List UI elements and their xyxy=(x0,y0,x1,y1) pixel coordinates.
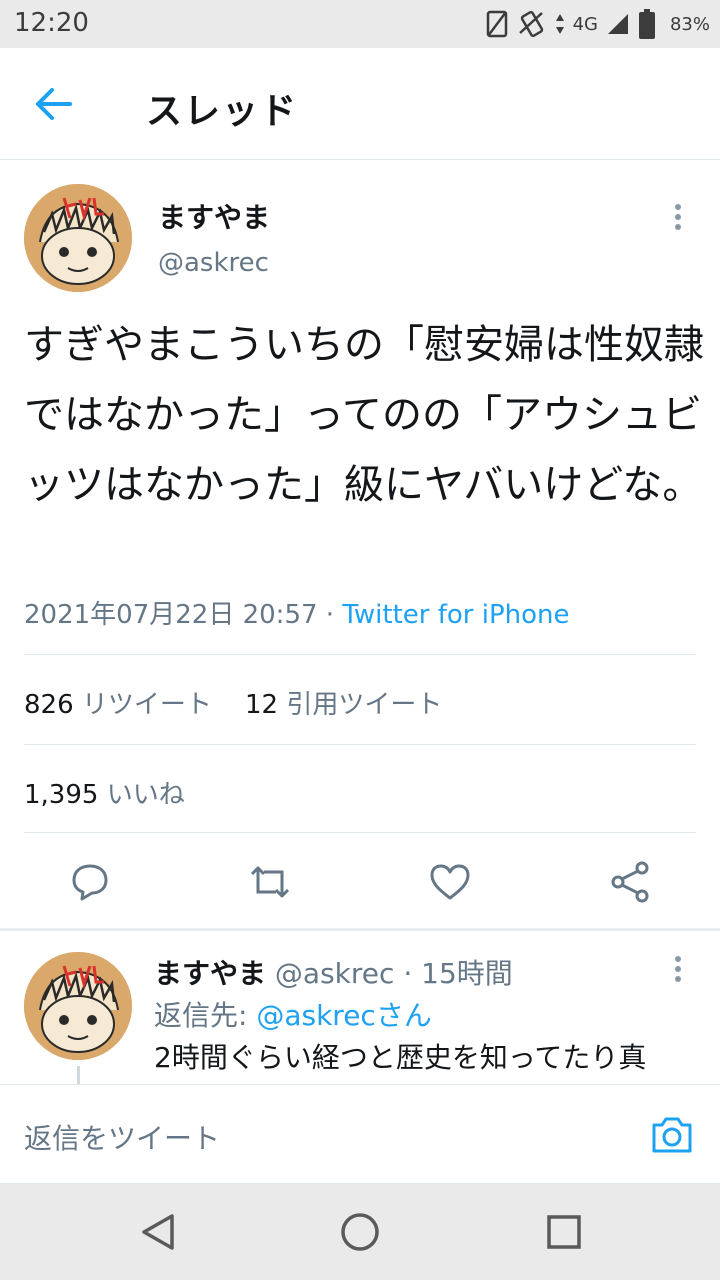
author-handle[interactable]: @askrec xyxy=(158,248,269,278)
tweet-timestamp: 2021年07月22日 20:57 xyxy=(24,600,318,630)
tweet-actions xyxy=(0,834,720,930)
reply-header: ますやま @askrec · 15時間 xyxy=(154,952,513,992)
camera-icon xyxy=(652,1117,692,1153)
thread-line xyxy=(77,1066,80,1084)
reply-author-name[interactable]: ますやま xyxy=(154,957,266,990)
reply-to: 返信先: @askrecさん xyxy=(154,994,432,1034)
avatar[interactable] xyxy=(24,952,132,1060)
reply-to-prefix: 返信先: xyxy=(154,999,257,1032)
tweet-meta: 2021年07月22日 20:57 · Twitter for iPhone xyxy=(24,594,570,631)
camera-button[interactable] xyxy=(650,1113,694,1157)
likes-label: いいね xyxy=(106,780,185,810)
back-arrow-icon xyxy=(36,88,72,120)
reply-icon xyxy=(72,864,108,901)
like-stats[interactable]: 1,395 いいね xyxy=(24,774,185,811)
reply-tweet[interactable]: ますやま @askrec · 15時間 返信先: @askrecさん 2時間ぐら… xyxy=(0,930,720,1084)
divider xyxy=(24,744,696,745)
triangle-back-icon xyxy=(142,1214,174,1250)
retweets-label: リツイート xyxy=(81,690,212,720)
tweet-text: すぎやまこういちの「慰安婦は性奴隷ではなかった」ってのの「アウシュビッツはなかっ… xyxy=(24,322,704,508)
retweet-icon xyxy=(250,866,290,898)
nav-recents-button[interactable] xyxy=(542,1210,586,1254)
reply-author-handle[interactable]: @askrec xyxy=(275,957,394,990)
quotes-count: 12 xyxy=(244,690,279,720)
likes-count: 1,395 xyxy=(24,780,99,810)
retweets-count: 826 xyxy=(24,690,74,720)
tweet-source-link[interactable]: Twitter for iPhone xyxy=(342,600,569,630)
status-time: 12:20 xyxy=(14,8,89,38)
header: スレッド xyxy=(0,48,720,160)
share-icon xyxy=(611,861,649,903)
avatar[interactable] xyxy=(24,184,132,292)
nav-home-button[interactable] xyxy=(338,1210,382,1254)
reply-button[interactable] xyxy=(66,858,114,906)
page-title: スレッド xyxy=(146,91,299,132)
quotes-label: 引用ツイート xyxy=(286,690,443,720)
back-button[interactable] xyxy=(30,82,78,126)
reply-dot: · xyxy=(403,957,413,990)
no-sim-icon xyxy=(486,10,507,38)
avatar-illustration xyxy=(24,184,132,292)
nav-back-button[interactable] xyxy=(136,1210,180,1254)
reply-to-suffix: さん xyxy=(375,999,432,1032)
divider xyxy=(24,832,696,833)
reply-compose-bar[interactable]: 返信をツイート xyxy=(0,1084,720,1184)
more-options-icon[interactable] xyxy=(668,956,688,982)
avatar-illustration xyxy=(24,952,132,1060)
divider xyxy=(24,654,696,655)
battery-icon xyxy=(638,9,655,39)
retweet-stats[interactable]: 826 リツイート 12 引用ツイート xyxy=(24,684,442,721)
reply-to-handle[interactable]: @askrec xyxy=(256,999,375,1032)
data-arrows-icon xyxy=(555,14,564,34)
battery-percent: 83% xyxy=(669,13,710,35)
square-recents-icon xyxy=(547,1215,581,1249)
network-type: 4G xyxy=(572,13,598,35)
heart-icon xyxy=(430,864,470,900)
author-name[interactable]: ますやま xyxy=(158,196,270,236)
signal-icon xyxy=(607,14,628,34)
reply-text: 2時間ぐらい経つと歴史を知ってたり真 xyxy=(154,1041,647,1074)
like-button[interactable] xyxy=(426,858,474,906)
reply-time: 15時間 xyxy=(421,957,513,990)
share-button[interactable] xyxy=(606,858,654,906)
reply-input[interactable]: 返信をツイート xyxy=(24,1117,220,1157)
circle-home-icon xyxy=(341,1213,379,1251)
meta-separator: · xyxy=(317,600,343,630)
status-bar: 12:20 4G 83% xyxy=(0,0,720,48)
status-icons: 4G 83% xyxy=(485,6,710,42)
retweet-button[interactable] xyxy=(246,858,294,906)
more-options-icon[interactable] xyxy=(668,204,688,230)
system-nav-bar xyxy=(0,1184,720,1280)
vibrate-icon xyxy=(518,10,543,38)
